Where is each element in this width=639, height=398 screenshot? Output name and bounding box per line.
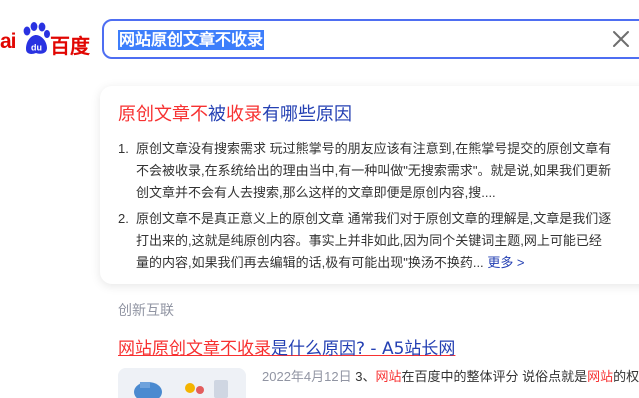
logo-text-left: ai — [0, 30, 16, 53]
highlighted-text: 原创文章不 — [118, 104, 208, 125]
highlighted-text: 收录 — [226, 104, 262, 125]
snippet-text: 的权 — [613, 369, 639, 384]
result-date: 2022年4月12日 — [262, 369, 352, 384]
paw-logo-text: du — [31, 43, 42, 53]
snippet-text: 在百度中的整体评分 说俗点就是 — [401, 369, 588, 384]
title-text: 是什么原因? - A5站长网 — [271, 339, 456, 359]
list-line: 量的内容,如果我们再去编辑的话,极有可能出现"换汤不换药... 更多 > — [136, 252, 639, 274]
list-line-text: 原创文章没有搜索需求 玩过熊掌号的朋友应该有注意到,在熊掌号提交的原创文章有 — [136, 141, 612, 156]
title-text: 有哪些原因 — [262, 104, 352, 125]
list-line-text: 原创文章不是真正意义上的原创文章 通常我们对于原创文章的理解是,文章是我们逐 — [136, 211, 612, 226]
close-icon[interactable] — [612, 30, 630, 48]
list-line: 打出来的,这就是纯原创内容。事实上并非如此,因为同个关键词主题,网上可能已经 — [136, 230, 639, 252]
search-input[interactable]: 网站原创文章不收录 — [118, 30, 265, 50]
answer-card: 原创文章不被收录有哪些原因 1. 原创文章没有搜索需求 玩过熊掌号的朋友应该有注意… — [100, 86, 639, 284]
list-line: 创文章并不会有人去搜索,那么这样的文章即便是原创内容,搜.... — [136, 182, 639, 204]
list-line: 原创文章没有搜索需求 玩过熊掌号的朋友应该有注意到,在熊掌号提交的原创文章有 — [136, 138, 639, 160]
answer-card-title[interactable]: 原创文章不被收录有哪些原因 — [118, 102, 352, 128]
highlighted-text: 网站 — [587, 369, 614, 384]
highlighted-text: 网站 — [375, 369, 402, 384]
list-line: 不会被收录,在系统给出的理由当中,有一种叫做"无搜索需求"。就是说,如果我们更新 — [136, 160, 639, 182]
search-box[interactable]: 网站原创文章不收录 — [102, 19, 639, 59]
title-text: 被 — [208, 104, 226, 125]
source-name[interactable]: 创新互联 — [118, 300, 174, 320]
list-number: 1. — [118, 141, 129, 156]
list-line: 原创文章不是真正意义上的原创文章 通常我们对于原创文章的理解是,文章是我们逐 — [136, 208, 639, 230]
paw-logo-icon: du — [23, 22, 50, 54]
answer-list: 1. 原创文章没有搜索需求 玩过熊掌号的朋友应该有注意到,在熊掌号提交的原创文章有… — [118, 138, 639, 274]
logo-text-brand: 百度 — [50, 34, 90, 58]
list-number: 2. — [118, 211, 129, 226]
more-link[interactable]: 更多 > — [487, 255, 524, 270]
list-line-text: 打出来的,这就是纯原创内容。事实上并非如此,因为同个关键词主题,网上可能已经 — [136, 233, 602, 248]
result-snippet: 2022年4月12日 3、网站在百度中的整体评分 说俗点就是网站的权 — [262, 368, 639, 386]
result-title-link[interactable]: 网站原创文章不收录是什么原因? - A5站长网 — [118, 338, 455, 360]
thumbnail-illustration-icon — [118, 368, 246, 398]
header: ai du 百度 网站原创文章不收录 — [0, 0, 639, 80]
highlighted-text: 网站原创文章不收录 — [118, 339, 271, 359]
answer-list-item: 2. 原创文章不是真正意义上的原创文章 通常我们对于原创文章的理解是,文章是我们逐… — [118, 208, 639, 274]
baidu-logo[interactable]: ai du 百度 — [0, 22, 92, 62]
list-line-text: 量的内容,如果我们再去编辑的话,极有可能出现"换汤不换药... — [136, 255, 484, 270]
list-line-text: 创文章并不会有人去搜索,那么这样的文章即便是原创内容,搜.... — [136, 185, 496, 200]
snippet-text: 3、 — [351, 369, 376, 384]
answer-list-item: 1. 原创文章没有搜索需求 玩过熊掌号的朋友应该有注意到,在熊掌号提交的原创文章有… — [118, 138, 639, 204]
result-thumbnail[interactable] — [118, 368, 246, 398]
list-line-text: 不会被收录,在系统给出的理由当中,有一种叫做"无搜索需求"。就是说,如果我们更新 — [136, 163, 612, 178]
